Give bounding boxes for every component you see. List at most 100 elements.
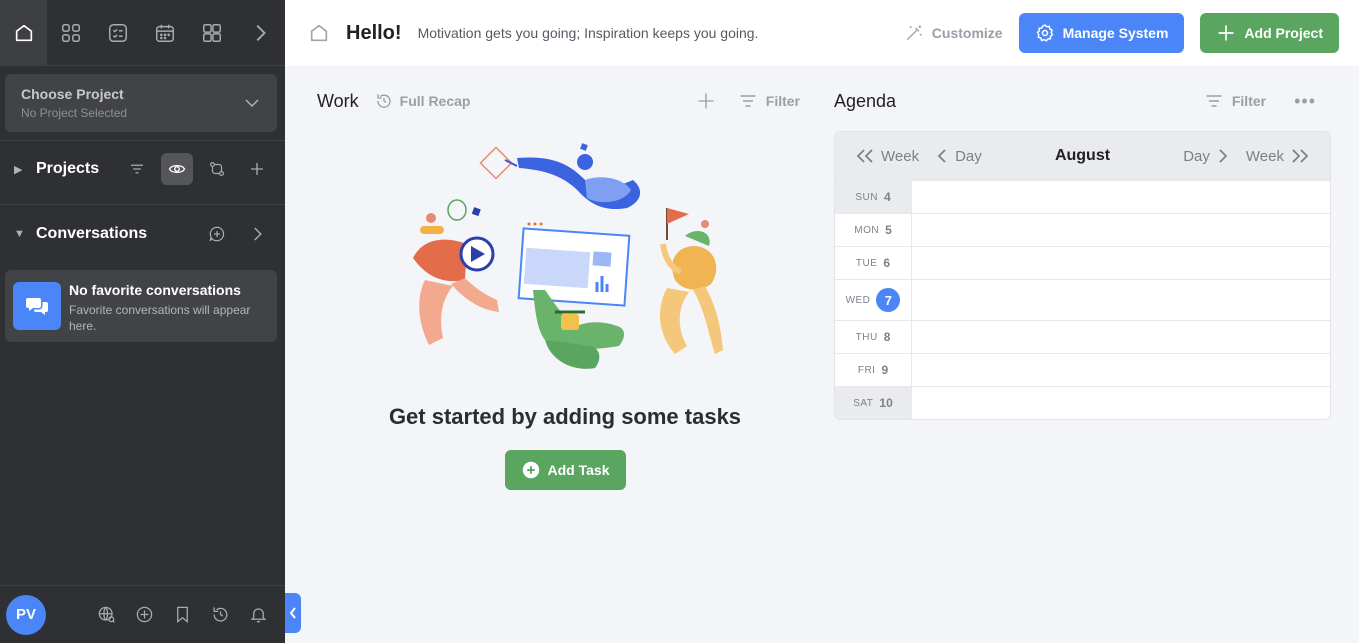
sidebar-divider bbox=[0, 204, 285, 205]
agenda-day-row[interactable]: MON 5 bbox=[835, 213, 1330, 246]
bookmark-icon bbox=[176, 606, 188, 623]
day-name: SAT bbox=[853, 397, 874, 409]
notifications-button[interactable] bbox=[239, 596, 277, 634]
agenda-day-row[interactable]: SUN 4 bbox=[835, 180, 1330, 213]
projects-tools bbox=[113, 153, 273, 185]
agenda-month: August bbox=[1054, 147, 1111, 164]
sort-projects-button[interactable] bbox=[121, 153, 153, 185]
day-slot[interactable] bbox=[912, 387, 1330, 419]
view-toggle-button[interactable] bbox=[161, 153, 193, 185]
agenda-day-row[interactable]: FRI 9 bbox=[835, 353, 1330, 386]
day-cell: MON 5 bbox=[835, 214, 912, 246]
plus-icon bbox=[1218, 25, 1234, 41]
sidebar-collapse-button[interactable] bbox=[285, 593, 301, 633]
add-task-button[interactable]: Add Task bbox=[505, 450, 626, 490]
day-name: WED bbox=[845, 294, 871, 306]
next-day-button[interactable]: Day bbox=[1183, 148, 1230, 165]
calendar-nav-button[interactable] bbox=[141, 0, 188, 66]
full-recap-button[interactable]: Full Recap bbox=[375, 92, 470, 110]
add-chat-icon bbox=[209, 226, 225, 242]
gear-icon bbox=[1036, 24, 1054, 42]
day-name: MON bbox=[854, 224, 880, 236]
prev-week-button[interactable]: Week bbox=[855, 148, 919, 165]
motivation-quote: Motivation gets you going; Inspiration k… bbox=[417, 25, 759, 41]
agenda-filter-button[interactable]: Filter bbox=[1204, 91, 1266, 111]
manage-system-label: Manage System bbox=[1062, 25, 1169, 41]
dashboard-nav-button[interactable] bbox=[188, 0, 235, 66]
agenda-calendar: Week Day August Day Week SUN 4 MON 5 TUE… bbox=[834, 131, 1331, 420]
grid-nav-button[interactable] bbox=[47, 0, 94, 66]
double-chevron-left-icon bbox=[856, 149, 873, 163]
conversations-section-header[interactable]: ▼ Conversations bbox=[0, 214, 285, 254]
day-slot[interactable] bbox=[912, 181, 1330, 213]
plus-icon bbox=[251, 163, 263, 175]
project-select-subtitle: No Project Selected bbox=[21, 106, 128, 120]
grid-icon bbox=[61, 23, 80, 42]
agenda-panel-header: Agenda Filter ••• bbox=[834, 85, 1332, 117]
next-day-label: Day bbox=[1183, 147, 1210, 165]
day-slot[interactable] bbox=[912, 321, 1330, 353]
page-title: Hello! bbox=[346, 21, 402, 44]
new-conversation-button[interactable] bbox=[201, 218, 233, 250]
agenda-day-row[interactable]: THU 8 bbox=[835, 320, 1330, 353]
add-project-sidebar-button[interactable] bbox=[241, 153, 273, 185]
add-task-label: Add Task bbox=[547, 462, 610, 478]
tasks-icon bbox=[108, 23, 127, 42]
home-nav-button[interactable] bbox=[0, 0, 47, 66]
add-button[interactable] bbox=[125, 596, 163, 634]
day-slot[interactable] bbox=[912, 354, 1330, 386]
bookmark-button[interactable] bbox=[163, 596, 201, 634]
footer-icons bbox=[87, 596, 277, 634]
manage-system-button[interactable]: Manage System bbox=[1018, 13, 1185, 53]
add-work-icon[interactable] bbox=[696, 91, 716, 111]
globe-search-button[interactable] bbox=[87, 596, 125, 634]
day-cell: TUE 6 bbox=[835, 247, 912, 279]
collapse-triangle-icon[interactable]: ▼ bbox=[14, 228, 25, 240]
next-week-button[interactable]: Week bbox=[1246, 148, 1310, 165]
open-conversations-button[interactable] bbox=[241, 218, 273, 250]
expand-triangle-icon[interactable]: ▶ bbox=[14, 163, 24, 176]
reorder-projects-button[interactable] bbox=[201, 153, 233, 185]
agenda-day-row[interactable]: SAT 10 bbox=[835, 386, 1330, 419]
double-chevron-right-icon bbox=[1292, 149, 1309, 163]
agenda-filter-label: Filter bbox=[1231, 93, 1267, 109]
filter-icon bbox=[1206, 95, 1222, 107]
tasks-nav-button[interactable] bbox=[94, 0, 141, 66]
day-slot[interactable] bbox=[912, 247, 1330, 279]
home-icon bbox=[310, 24, 328, 42]
project-select-dropdown[interactable]: Choose Project No Project Selected bbox=[5, 74, 277, 132]
empty-tasks-illustration bbox=[413, 143, 723, 369]
filter-icon bbox=[740, 95, 756, 107]
customize-label: Customize bbox=[931, 25, 1003, 41]
history-icon bbox=[213, 607, 227, 622]
swap-icon bbox=[210, 162, 224, 176]
chevron-left-icon bbox=[289, 607, 296, 619]
chevron-right-icon bbox=[254, 227, 262, 241]
history-button[interactable] bbox=[201, 596, 239, 634]
top-header: Hello! Motivation gets you going; Inspir… bbox=[285, 0, 1359, 66]
add-project-button[interactable]: Add Project bbox=[1200, 13, 1339, 53]
expand-nav-button[interactable] bbox=[235, 0, 285, 66]
history-icon bbox=[376, 94, 391, 108]
chat-bubbles-icon bbox=[13, 282, 61, 330]
agenda-title: Agenda bbox=[834, 90, 897, 111]
prev-day-button[interactable]: Day bbox=[935, 148, 982, 165]
agenda-day-row-today[interactable]: WED 7 bbox=[835, 279, 1330, 320]
more-options-icon[interactable]: ••• bbox=[1294, 91, 1316, 112]
eye-icon bbox=[168, 164, 186, 174]
projects-label: Projects bbox=[36, 160, 100, 177]
day-cell: SUN 4 bbox=[835, 181, 912, 213]
day-slot[interactable] bbox=[912, 280, 1330, 320]
day-slot[interactable] bbox=[912, 214, 1330, 246]
work-filter-label: Filter bbox=[765, 93, 800, 109]
day-name: THU bbox=[855, 331, 878, 343]
conversations-tools bbox=[193, 218, 273, 250]
agenda-day-row[interactable]: TUE 6 bbox=[835, 246, 1330, 279]
add-circle-icon bbox=[522, 461, 539, 479]
avatar[interactable]: PV bbox=[6, 594, 46, 635]
today-badge: 7 bbox=[876, 288, 901, 312]
work-filter-button[interactable]: Filter bbox=[738, 91, 800, 111]
day-cell: WED 7 bbox=[835, 280, 912, 320]
customize-button[interactable]: Customize bbox=[904, 23, 1003, 43]
projects-section-header[interactable]: ▶ Projects bbox=[0, 149, 285, 189]
